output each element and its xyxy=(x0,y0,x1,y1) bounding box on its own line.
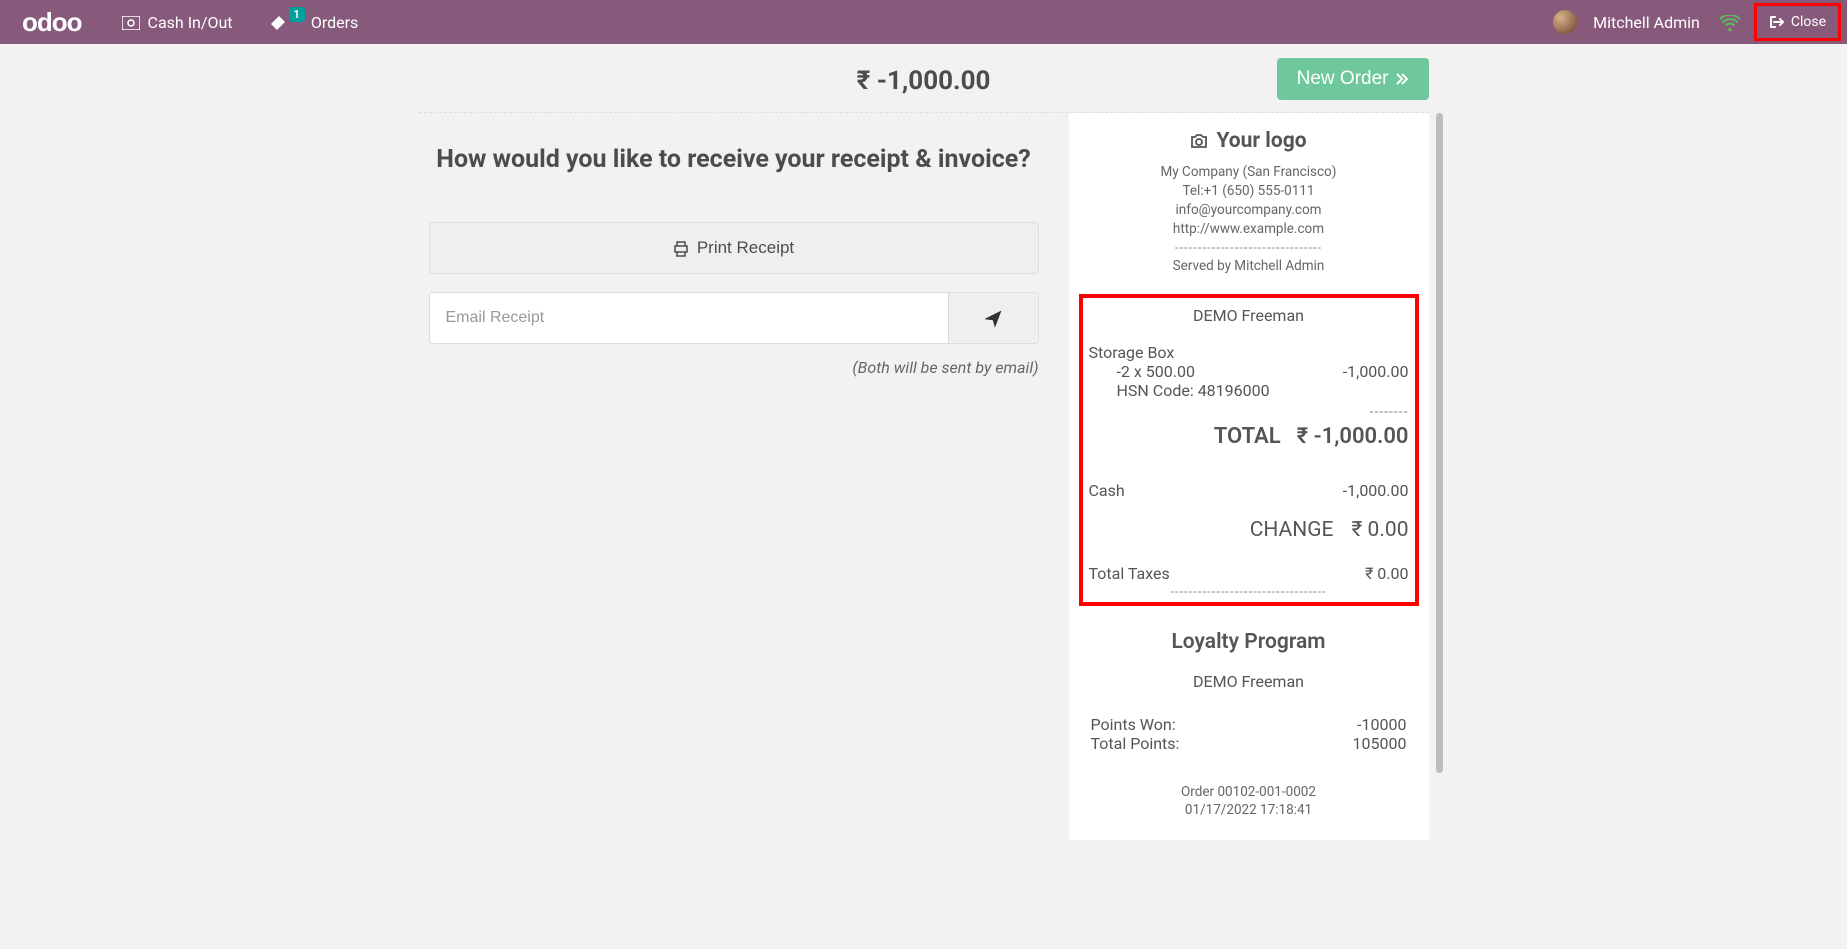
camera-icon xyxy=(1190,129,1208,153)
topbar: odoo Cash In/Out 1 Orders Mitchell Admin… xyxy=(0,0,1847,44)
close-button[interactable]: Close xyxy=(1757,6,1838,38)
order-ref: Order 00102-001-0002 xyxy=(1091,783,1407,802)
payment-row: Cash -1,000.00 xyxy=(1089,481,1409,500)
new-order-button[interactable]: New Order xyxy=(1277,58,1429,100)
total-points-row: Total Points: 105000 xyxy=(1091,734,1407,753)
divider-dashes: -------------------------------- xyxy=(1091,241,1407,256)
cash-in-out-menu[interactable]: Cash In/Out xyxy=(104,0,251,44)
receipt-logo-line: Your logo xyxy=(1091,129,1407,153)
ticket-icon xyxy=(269,12,287,32)
receipt-question: How would you like to receive your recei… xyxy=(429,145,1039,174)
scrollbar[interactable] xyxy=(1436,113,1443,773)
paper-plane-icon xyxy=(984,308,1002,329)
topbar-right: Mitchell Admin Close xyxy=(1535,0,1847,44)
company-email: info@yourcompany.com xyxy=(1091,201,1407,220)
subtotal-dashes: -------- xyxy=(1089,404,1409,420)
orders-label: Orders xyxy=(311,13,358,32)
points-won-row: Points Won: -10000 xyxy=(1091,715,1407,734)
total-row: TOTAL ₹ -1,000.00 xyxy=(1089,424,1409,449)
change-value: ₹ 0.00 xyxy=(1351,518,1408,542)
chevron-double-right-icon xyxy=(1395,68,1409,90)
payment-value: -1,000.00 xyxy=(1343,481,1409,500)
item-total: -1,000.00 xyxy=(1343,362,1409,381)
cash-icon xyxy=(122,13,140,32)
close-highlight-box: Close xyxy=(1754,3,1841,41)
main: ₹ -1,000.00 New Order How would you like… xyxy=(0,44,1847,840)
item-line: -2 x 500.00 -1,000.00 xyxy=(1089,362,1409,381)
panel: ₹ -1,000.00 New Order How would you like… xyxy=(419,58,1429,840)
left-column: How would you like to receive your recei… xyxy=(419,113,1069,840)
served-by: Served by Mitchell Admin xyxy=(1091,258,1407,274)
loyalty-title: Loyalty Program xyxy=(1091,630,1407,654)
email-note: (Both will be sent by email) xyxy=(429,358,1039,377)
email-input[interactable] xyxy=(430,293,948,343)
print-icon xyxy=(673,238,689,258)
cash-label: Cash In/Out xyxy=(148,13,233,32)
payment-method: Cash xyxy=(1089,481,1125,500)
order-date: 01/17/2022 17:18:41 xyxy=(1091,801,1407,820)
loyalty-customer: DEMO Freeman xyxy=(1091,672,1407,691)
tax-label: Total Taxes xyxy=(1089,564,1170,583)
user-menu[interactable]: Mitchell Admin xyxy=(1535,0,1706,44)
change-label: CHANGE xyxy=(1250,518,1334,542)
company-name: My Company (San Francisco) xyxy=(1091,163,1407,182)
print-label: Print Receipt xyxy=(697,238,794,258)
points-won-value: -10000 xyxy=(1357,715,1406,734)
receipt-column: Your logo My Company (San Francisco) Tel… xyxy=(1069,113,1429,840)
receipt-highlight-box: DEMO Freeman Storage Box -2 x 500.00 -1,… xyxy=(1079,294,1419,606)
customer-name: DEMO Freeman xyxy=(1089,306,1409,325)
company-url: http://www.example.com xyxy=(1091,220,1407,239)
content-row: How would you like to receive your recei… xyxy=(419,112,1429,840)
change-row: CHANGE ₹ 0.00 xyxy=(1089,518,1409,542)
tax-row: Total Taxes ₹ 0.00 xyxy=(1089,564,1409,583)
total-points-value: 105000 xyxy=(1353,734,1407,753)
avatar xyxy=(1553,10,1577,34)
new-order-label: New Order xyxy=(1297,68,1389,90)
close-label: Close xyxy=(1791,14,1826,30)
tax-dashes: ---------------------------------- xyxy=(1089,585,1409,600)
order-footer: Order 00102-001-0002 01/17/2022 17:18:41 xyxy=(1091,783,1407,821)
receipt-logo-text: Your logo xyxy=(1216,129,1306,153)
order-amount: ₹ -1,000.00 xyxy=(857,66,991,96)
item-name: Storage Box xyxy=(1089,343,1409,362)
print-receipt-button[interactable]: Print Receipt xyxy=(429,222,1039,274)
email-row xyxy=(429,292,1039,344)
amount-row: ₹ -1,000.00 New Order xyxy=(419,58,1429,104)
total-points-label: Total Points: xyxy=(1091,734,1180,753)
send-email-button[interactable] xyxy=(948,293,1038,343)
item-qty: -2 x 500.00 xyxy=(1117,362,1195,381)
hsn-code: HSN Code: 48196000 xyxy=(1089,381,1409,400)
tax-value: ₹ 0.00 xyxy=(1365,564,1408,583)
total-label: TOTAL xyxy=(1214,424,1281,449)
orders-menu[interactable]: 1 Orders xyxy=(251,0,377,44)
company-block: My Company (San Francisco) Tel:+1 (650) … xyxy=(1091,163,1407,239)
wifi-icon xyxy=(1706,12,1754,33)
company-tel: Tel:+1 (650) 555-0111 xyxy=(1091,182,1407,201)
logout-icon xyxy=(1769,14,1785,30)
points-won-label: Points Won: xyxy=(1091,715,1176,734)
total-value: ₹ -1,000.00 xyxy=(1297,424,1409,449)
user-name: Mitchell Admin xyxy=(1593,13,1700,32)
orders-badge: 1 xyxy=(289,7,305,22)
odoo-logo: odoo xyxy=(0,7,104,38)
